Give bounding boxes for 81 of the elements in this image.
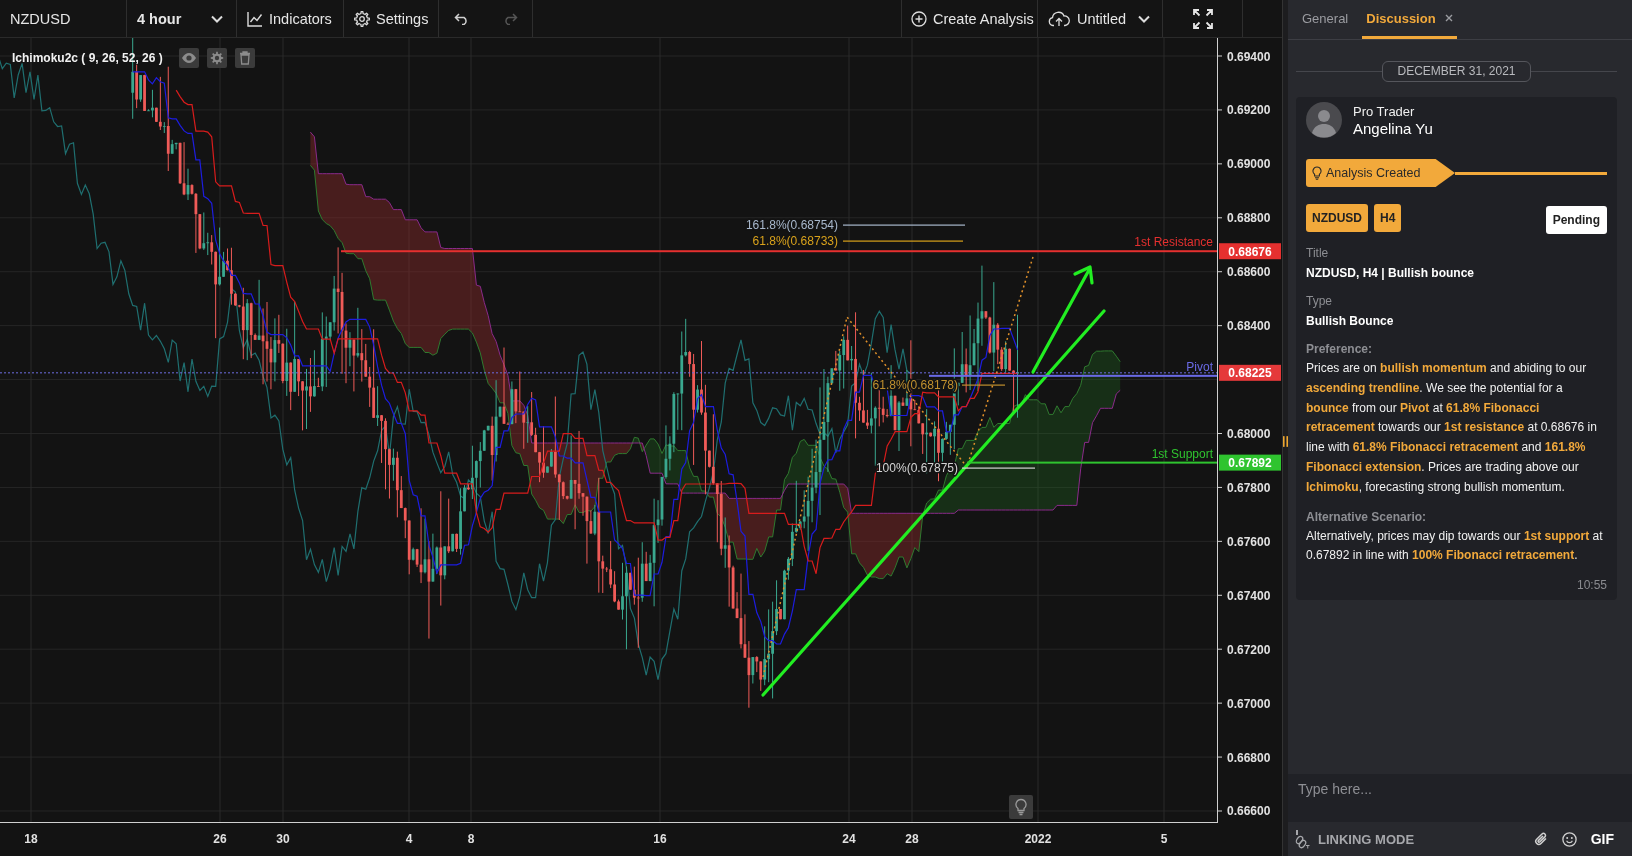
time-axis-label: 18	[24, 832, 38, 846]
cloud-upload-icon	[1048, 10, 1070, 27]
panel-tab[interactable]: Discussion	[1362, 0, 1457, 39]
field-value: Bullish Bounce	[1306, 313, 1395, 330]
analysis-tag: H4	[1374, 204, 1402, 232]
add-circle-icon	[911, 10, 927, 27]
redo-icon[interactable]	[502, 12, 518, 25]
emoji-icon[interactable]	[1561, 831, 1577, 847]
field-label: Type	[1306, 293, 1333, 309]
price-axis-label: 0.67600	[1227, 534, 1271, 549]
date-separator: DECEMBER 31, 2021	[1382, 61, 1531, 82]
layout-dropdown[interactable]: Untitled	[1038, 0, 1163, 37]
avatar-placeholder	[1306, 102, 1342, 138]
time-axis-label: 16	[653, 832, 667, 846]
level-label: 1st Resistance	[1134, 235, 1213, 250]
paperclip-icon[interactable]	[1533, 832, 1548, 846]
field-label: Alternative Scenario:	[1306, 508, 1428, 525]
settings-icon[interactable]	[206, 48, 227, 68]
settings-button[interactable]: Settings	[344, 0, 439, 37]
timeframe-dropdown[interactable]: 4 hour	[127, 0, 237, 37]
price-axis-label: 0.66800	[1227, 750, 1271, 765]
close-icon[interactable]	[1444, 14, 1453, 22]
create-analysis-button[interactable]: Create Analysis	[901, 0, 1038, 37]
price-axis-label: 0.68000	[1227, 427, 1271, 441]
time-axis-label: 2022	[1024, 832, 1052, 846]
status-badge: Pending	[1545, 206, 1607, 234]
chevron-down-icon	[211, 14, 223, 23]
price-tag: 0.68676	[1219, 243, 1281, 260]
gif-button[interactable]: GIF	[1590, 831, 1614, 847]
price-axis-label: 0.68800	[1227, 211, 1271, 226]
fibonacci-level-line	[962, 384, 1005, 386]
level-label: Pivot	[1186, 359, 1213, 374]
price-axis-label: 0.67200	[1227, 642, 1271, 657]
price-axis-label: 0.69000	[1227, 157, 1271, 172]
eye-icon[interactable]	[178, 48, 199, 68]
lightbulb-icon[interactable]	[1009, 795, 1033, 819]
linking-mode-toggle[interactable]: LINKING MODE	[1294, 829, 1415, 849]
analysis-paragraph: Prices are on bullish momentum and abiding to our ascending trendline. We see the potential for a bounce from our Pivot at 61.8% Fibonacci retracement towards our 1st resistance at 0.68676 in line with 61.8% Fibonacci retracement and 161.8% Fibonacci extension. Prices are trading above our Ichimoku, forecasting strong bullish momentum.	[1306, 360, 1598, 496]
symbol-selector[interactable]: NZDUSD	[0, 0, 127, 37]
indicator-label: Ichimoku2c ( 9, 26, 52, 26 )	[12, 51, 163, 65]
message-input[interactable]: Type here...	[1288, 774, 1632, 822]
fullscreen-icon[interactable]	[1192, 8, 1213, 29]
time-axis-label: 4	[405, 832, 413, 846]
price-axis-label: 0.68400	[1227, 319, 1271, 334]
level-label: 1st Support	[1151, 446, 1213, 461]
undo-icon[interactable]	[454, 12, 470, 25]
time-axis-label: 24	[842, 832, 856, 846]
link-icon	[1294, 829, 1310, 849]
author-name: Angelina Yu	[1353, 119, 1433, 138]
price-axis-label: 0.67800	[1227, 480, 1271, 495]
price-axis-label: 0.67000	[1227, 696, 1271, 711]
author-role: Pro Trader	[1353, 102, 1416, 120]
analysis-tag: NZDUSD	[1306, 204, 1368, 232]
price-axis-label: 0.69400	[1227, 49, 1271, 64]
time-axis-label: 26	[213, 832, 227, 846]
line-chart-icon	[247, 10, 263, 27]
fibonacci-label: 61.8%(0.68733)	[752, 234, 838, 248]
indicators-button[interactable]: Indicators	[237, 0, 344, 37]
time-axis-label: 5	[1160, 832, 1168, 846]
fibonacci-label: 161.8%(0.68754)	[745, 218, 838, 232]
message-time: 10:55	[1576, 578, 1607, 593]
drag-handle-icon[interactable]	[1283, 433, 1288, 449]
chevron-down-icon	[1138, 14, 1150, 23]
price-axis-label: 0.68600	[1227, 265, 1271, 280]
price-axis-label: 0.66600	[1227, 804, 1271, 819]
price-axis-label: 0.69200	[1227, 103, 1271, 118]
trash-icon[interactable]	[234, 48, 255, 68]
settings-icon	[354, 10, 370, 27]
field-label: Preference:	[1306, 341, 1374, 357]
field-value: NZDUSD, H4 | Bullish bounce	[1306, 265, 1476, 282]
price-axis-label: 0.67400	[1227, 588, 1271, 603]
time-axis-label: 8	[467, 832, 475, 846]
price-tag: 0.67892	[1219, 454, 1281, 471]
time-axis-label: 28	[905, 832, 919, 846]
panel-tab[interactable]: General	[1298, 0, 1353, 39]
event-label: Analysis Created	[1326, 166, 1421, 180]
field-label: Title	[1306, 245, 1330, 261]
analysis-paragraph: Alternatively, prices may dip towards our 1st support at 0.67892 in line with 100% Fibonacci retracement.	[1306, 527, 1604, 565]
time-axis-label: 30	[276, 832, 290, 846]
lightbulb-icon	[1312, 166, 1322, 180]
price-tag: 0.68225	[1219, 364, 1281, 381]
